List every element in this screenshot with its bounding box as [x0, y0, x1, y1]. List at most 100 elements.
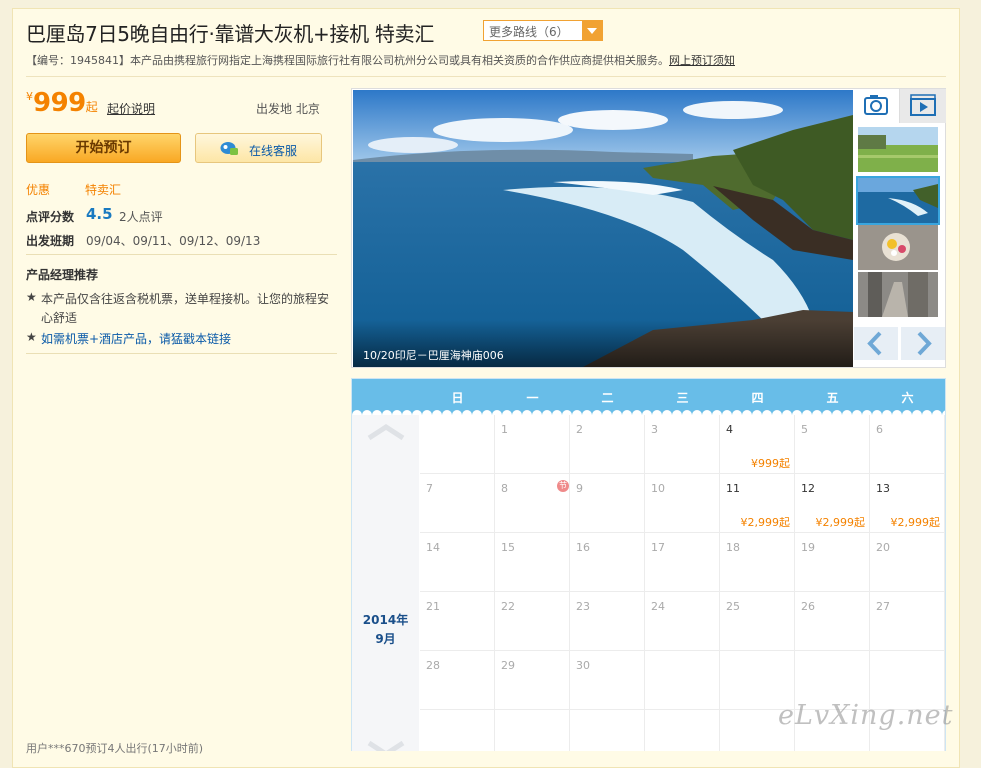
weekday-mon: 一: [526, 391, 539, 405]
photo-thumbnail[interactable]: [858, 272, 938, 317]
day-price[interactable]: ¥2,999起: [816, 514, 866, 530]
star-icon: ★: [26, 290, 37, 304]
price-currency: ¥: [26, 90, 33, 103]
gallery-prev-button[interactable]: [854, 327, 898, 360]
day-number: 17: [651, 541, 665, 554]
day-number: 20: [876, 541, 890, 554]
product-subtitle: 【编号：1945841】本产品由携程旅行网指定上海携程国际旅行社有限公司杭州分公…: [26, 52, 735, 68]
calendar-empty-cell: [420, 415, 495, 474]
review-count[interactable]: 2人点评: [119, 208, 163, 225]
booking-notice-link[interactable]: 网上预订须知: [669, 54, 735, 67]
chevron-up-icon[interactable]: [366, 423, 406, 441]
price-calendar: 日 一 二 三 四 五 六 2014年 9月 1 2 3 4 ¥999起 5 6 7 8 节 9 10…: [351, 378, 946, 751]
departure-label: 出发班期: [26, 234, 75, 248]
calendar-empty-cell: [420, 710, 495, 751]
calendar-day-cell[interactable]: 25: [720, 592, 795, 651]
day-number: 3: [651, 423, 658, 436]
calendar-day-cell[interactable]: 23: [570, 592, 645, 651]
weekday-thu: 四: [751, 391, 764, 405]
calendar-day-cell[interactable]: 2: [570, 415, 645, 474]
weekday-sun: 日: [451, 391, 464, 405]
calendar-day-cell[interactable]: 15: [495, 533, 570, 592]
day-number: 13: [876, 482, 890, 495]
calendar-day-cell[interactable]: 27: [870, 592, 945, 651]
calendar-day-cell[interactable]: 6: [870, 415, 945, 474]
calendar-day-cell[interactable]: 24: [645, 592, 720, 651]
day-number: 6: [876, 423, 883, 436]
calendar-day-cell[interactable]: 3: [645, 415, 720, 474]
chat-icon: [220, 142, 238, 155]
calendar-day-cell[interactable]: 21: [420, 592, 495, 651]
calendar-day-cell[interactable]: 11 ¥2,999起: [720, 474, 795, 533]
online-service-label: 在线客服: [249, 144, 298, 158]
calendar-day-cell[interactable]: 7: [420, 474, 495, 533]
weekday-sat: 六: [901, 391, 914, 405]
day-number: 5: [801, 423, 808, 436]
calendar-day-cell[interactable]: 30: [570, 651, 645, 710]
day-number: 24: [651, 600, 665, 613]
calendar-day-cell[interactable]: 20: [870, 533, 945, 592]
main-photo[interactable]: [353, 90, 853, 367]
day-price[interactable]: ¥2,999起: [891, 514, 941, 530]
price-display: ¥999起: [26, 88, 98, 118]
watermark-text: eLvXing.net: [778, 700, 954, 731]
photo-thumbnail[interactable]: [858, 127, 938, 172]
day-number: 15: [501, 541, 515, 554]
calendar-empty-cell: [495, 710, 570, 751]
calendar-day-cell[interactable]: 17: [645, 533, 720, 592]
calendar-day-cell[interactable]: 16: [570, 533, 645, 592]
header-divider: [26, 76, 946, 77]
camera-icon: [864, 95, 888, 115]
start-booking-button[interactable]: 开始预订: [26, 133, 181, 163]
discount-value[interactable]: 特卖汇: [85, 181, 121, 198]
chevron-down-icon[interactable]: [366, 739, 406, 751]
flight-hotel-link[interactable]: 如需机票+酒店产品，请猛戳本链接: [41, 330, 231, 347]
calendar-empty-cell: [645, 710, 720, 751]
product-code-text: 【编号：1945841】本产品由携程旅行网指定上海携程国际旅行社有限公司杭州分公…: [26, 54, 669, 67]
page-title: 巴厘岛7日5晚自由行·靠谱大灰机+接机 特卖汇: [26, 22, 435, 46]
calendar-day-cell[interactable]: 28: [420, 651, 495, 710]
calendar-day-cell[interactable]: 13 ¥2,999起: [870, 474, 945, 533]
day-price[interactable]: ¥999起: [751, 455, 790, 471]
calendar-day-cell[interactable]: 9: [570, 474, 645, 533]
calendar-day-cell[interactable]: 26: [795, 592, 870, 651]
day-number: 16: [576, 541, 590, 554]
photo-caption: 10/20印尼－巴厘海神庙006: [363, 349, 504, 362]
calendar-day-cell[interactable]: 19: [795, 533, 870, 592]
more-routes-dropdown[interactable]: 更多路线（6）: [483, 20, 603, 41]
recommend-divider: [26, 353, 337, 354]
day-number: 27: [876, 600, 890, 613]
chevron-left-icon: [867, 331, 882, 356]
price-amount: 999: [33, 88, 86, 118]
calendar-day-cell[interactable]: 8节: [495, 474, 570, 533]
photo-thumbnail[interactable]: [858, 225, 938, 270]
calendar-day-cell[interactable]: 5: [795, 415, 870, 474]
calendar-day-cell[interactable]: 4 ¥999起: [720, 415, 795, 474]
day-number: 11: [726, 482, 740, 495]
weekday-fri: 五: [826, 391, 839, 405]
star-icon: ★: [26, 330, 37, 344]
calendar-year: 2014年: [362, 613, 409, 627]
gallery-next-button[interactable]: [901, 327, 945, 360]
calendar-day-cell[interactable]: 29: [495, 651, 570, 710]
day-price[interactable]: ¥2,999起: [741, 514, 791, 530]
calendar-day-cell[interactable]: 1: [495, 415, 570, 474]
calendar-day-cell[interactable]: 14: [420, 533, 495, 592]
video-tab[interactable]: [899, 89, 946, 123]
holiday-badge: 节: [557, 480, 569, 492]
calendar-day-cell[interactable]: 22: [495, 592, 570, 651]
day-number: 9: [576, 482, 583, 495]
online-service-button[interactable]: 在线客服: [195, 133, 322, 163]
day-number: 22: [501, 600, 515, 613]
score-value: 4.5: [86, 205, 113, 223]
day-number: 21: [426, 600, 440, 613]
calendar-day-cell[interactable]: 12 ¥2,999起: [795, 474, 870, 533]
calendar-day-cell[interactable]: 18: [720, 533, 795, 592]
photo-tab[interactable]: [853, 89, 899, 123]
price-note-link[interactable]: 起价说明: [107, 100, 155, 117]
photo-thumbnail-selected[interactable]: [856, 176, 940, 225]
weekday-wed: 三: [676, 391, 689, 405]
chevron-right-icon: [917, 331, 932, 356]
calendar-day-cell[interactable]: 10: [645, 474, 720, 533]
chevron-down-icon[interactable]: [582, 21, 602, 40]
